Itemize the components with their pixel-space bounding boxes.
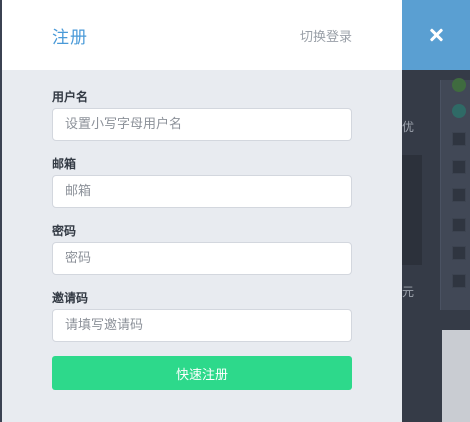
modal-title: 注册 [52,27,88,48]
username-label: 用户名 [52,90,89,104]
status-dot-icon [452,104,466,118]
list-marker-icon [452,188,466,202]
email-label: 邮箱 [52,157,77,171]
list-marker-icon [452,218,466,232]
quick-register-button[interactable]: 快速注册 [52,356,352,390]
list-marker-icon [452,132,466,146]
modal-header: 注册 切换登录 [2,0,402,70]
background-card [442,330,470,422]
register-form: 用户名 邮箱 密码 邀请码 快速注册 [2,70,402,390]
invite-code-input[interactable] [52,309,352,342]
background-block [402,155,422,265]
switch-to-login-link[interactable]: 切换登录 [300,26,352,45]
list-marker-icon [452,274,466,288]
email-input[interactable] [52,175,352,208]
register-modal: 注册 切换登录 用户名 邮箱 密码 邀请码 快速注册 [2,0,402,422]
list-marker-icon [452,246,466,260]
background-text: 元 [402,285,415,299]
list-marker-icon [452,160,466,174]
username-input[interactable] [52,108,352,141]
background-text: 优 [402,120,415,134]
close-icon [429,28,443,42]
password-label: 密码 [52,224,77,238]
invite-code-label: 邀请码 [52,291,89,305]
status-dot-icon [452,78,466,92]
password-input[interactable] [52,242,352,275]
close-button[interactable] [402,0,470,70]
